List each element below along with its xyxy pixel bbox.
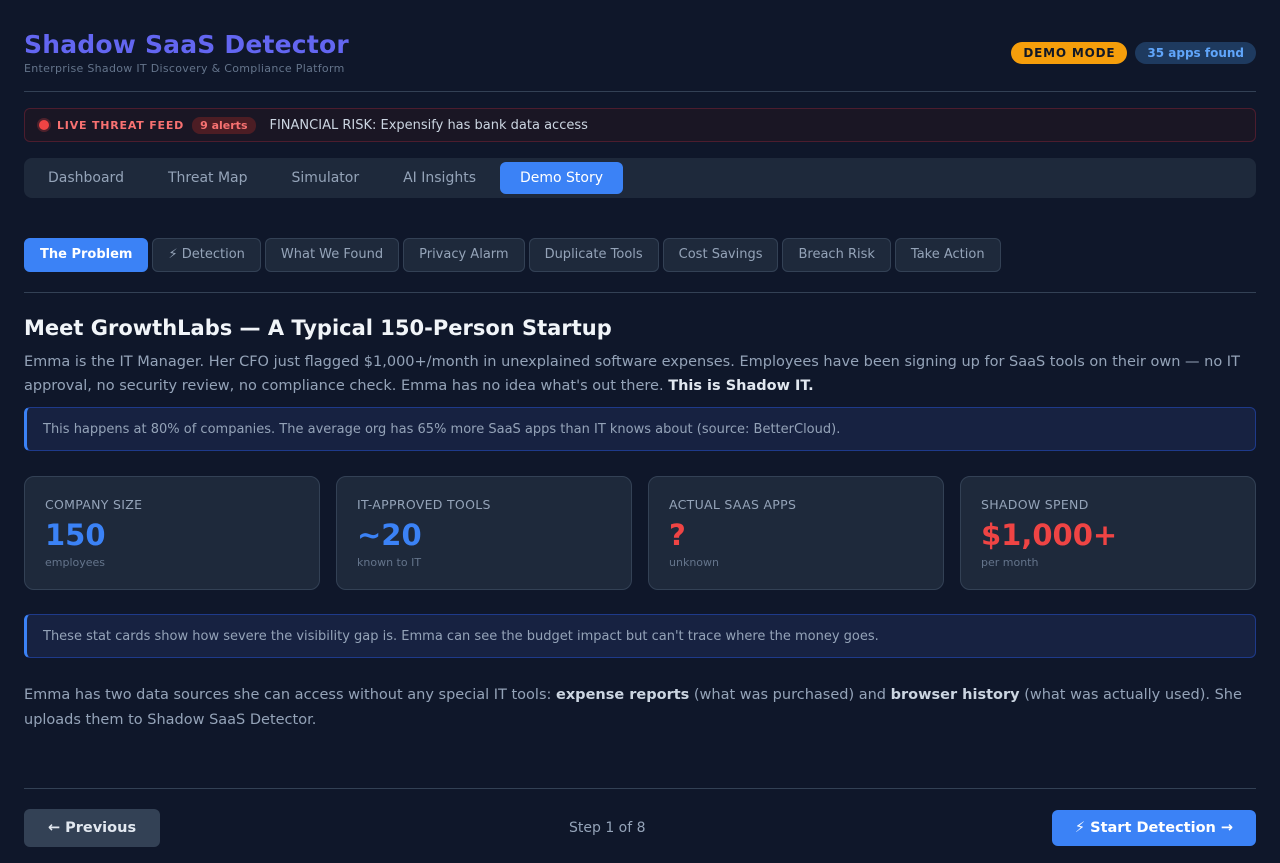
stat-card-it-approved-tools: IT-APPROVED TOOLS ~20 known to IT [336,476,632,590]
threat-feed-label: LIVE THREAT FEED [57,118,185,132]
footer-divider [24,788,1256,789]
step-indicator: Step 1 of 8 [569,820,646,836]
stat-value: $1,000+ [981,518,1118,552]
previous-button[interactable]: ← Previous [24,809,160,847]
stat-cards: COMPANY SIZE 150 employees IT-APPROVED T… [24,476,1256,590]
stat-card-actual-saas-apps: ACTUAL SAAS APPS ? unknown [648,476,944,590]
stat-label: COMPANY SIZE [45,497,143,512]
threat-feed-message: FINANCIAL RISK: Expensify has bank data … [269,117,588,133]
nav-tab-simulator[interactable]: Simulator [272,162,380,194]
stat-card-shadow-spend: SHADOW SPEND $1,000+ per month [960,476,1256,590]
alerts-count-badge: 9 alerts [192,116,256,134]
divider [24,292,1256,293]
stat-value: 150 [45,518,106,552]
step-tab-take-action[interactable]: Take Action [894,238,1001,272]
outro-text: Emma has two data sources she can access… [24,687,556,703]
outro-emphasis-browser: browser history [890,687,1020,703]
stat-label: IT-APPROVED TOOLS [357,497,491,512]
stats-callout: These stat cards show how severe the vis… [24,614,1256,658]
step-tab-duplicate-tools[interactable]: Duplicate Tools [528,238,659,272]
step-tab-what-we-found[interactable]: What We Found [264,238,400,272]
live-indicator-icon [39,120,49,130]
intro-text: Emma is the IT Manager. Her CFO just fla… [24,354,1240,394]
app-title-text: Shadow SaaS Detector [24,30,349,59]
app-subtitle: Enterprise Shadow IT Discovery & Complia… [24,62,345,75]
app-title: Shadow SaaS Detector [24,30,349,59]
live-threat-feed: LIVE THREAT FEED 9 alerts FINANCIAL RISK… [24,108,1256,142]
step-heading: Meet GrowthLabs — A Typical 150-Person S… [24,316,612,340]
stat-sublabel: per month [981,556,1039,569]
nav-tab-ai-insights[interactable]: AI Insights [383,162,496,194]
nav-tab-threat-map[interactable]: Threat Map [148,162,268,194]
stat-card-company-size: COMPANY SIZE 150 employees [24,476,320,590]
info-callout-text: This happens at 80% of companies. The av… [43,421,841,437]
step-tab-the-problem[interactable]: The Problem [24,238,149,272]
stat-value: ~20 [357,518,422,552]
step-tab-privacy-alarm[interactable]: Privacy Alarm [403,238,525,272]
main-nav: Dashboard Threat Map Simulator AI Insigh… [24,158,1256,198]
stat-sublabel: unknown [669,556,719,569]
info-callout: This happens at 80% of companies. The av… [24,407,1256,451]
stat-sublabel: known to IT [357,556,422,569]
step-tab-cost-savings[interactable]: Cost Savings [662,238,779,272]
step-tab-breach-risk[interactable]: Breach Risk [782,238,891,272]
intro-paragraph: Emma is the IT Manager. Her CFO just fla… [24,350,1256,398]
outro-emphasis-expense: expense reports [556,687,690,703]
outro-text: (what was purchased) and [689,687,891,703]
apps-found-badge: 35 apps found [1135,42,1256,64]
outro-paragraph: Emma has two data sources she can access… [24,683,1256,733]
nav-tab-dashboard[interactable]: Dashboard [28,162,144,194]
step-tab-detection[interactable]: ⚡ Detection [152,238,261,272]
stat-value: ? [669,518,686,552]
story-step-tabs: The Problem ⚡ Detection What We Found Pr… [24,238,1001,272]
stats-callout-text: These stat cards show how severe the vis… [43,628,879,644]
stat-label: ACTUAL SAAS APPS [669,497,797,512]
start-detection-button[interactable]: ⚡ Start Detection → [1052,810,1256,846]
intro-emphasis: This is Shadow IT. [668,378,814,394]
demo-mode-badge: DEMO MODE [1011,42,1128,64]
app-header: Shadow SaaS Detector Enterprise Shadow I… [24,0,1256,92]
nav-tab-demo-story[interactable]: Demo Story [500,162,624,194]
stat-label: SHADOW SPEND [981,497,1089,512]
stat-sublabel: employees [45,556,106,569]
